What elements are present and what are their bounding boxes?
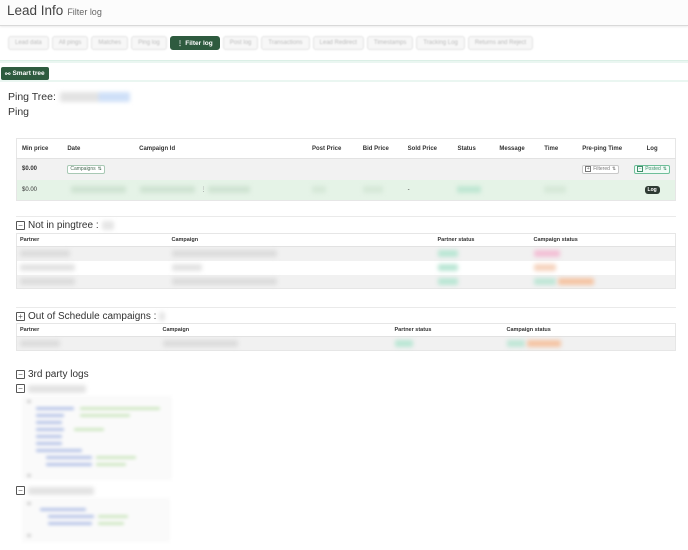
page-subtitle: Filter log [67, 7, 102, 17]
col-partner-status: Partner status [434, 233, 531, 247]
bid-price-value [357, 179, 403, 201]
sold-price-value: - [402, 179, 453, 201]
sort-icon: ⇅ [662, 166, 667, 173]
tab-tracking-log[interactable]: Tracking Log [416, 36, 465, 50]
table-row [16, 246, 676, 261]
sort-icon: ⇅ [97, 166, 102, 173]
divider [0, 60, 688, 63]
time-value [539, 179, 578, 201]
divider [0, 80, 688, 82]
col-campaign-id: Campaign Id [134, 138, 307, 159]
col-bid-price: Bid Price [357, 138, 403, 159]
expand-plus-icon: + [585, 165, 592, 173]
posted-toggle-pill[interactable]: − Posted ⇅ [634, 164, 670, 174]
divider [16, 307, 676, 308]
smart-tree-label: Smart tree [12, 70, 45, 77]
table-row [17, 261, 676, 275]
message-value [494, 179, 540, 201]
col-campaign: Campaign [159, 323, 392, 337]
tab-matches[interactable]: Matches [91, 36, 129, 50]
col-post-price: Post Price [307, 138, 358, 159]
filter-row: $0.00 Campaigns ⇅ + Filtered ⇅ − Posted … [16, 158, 676, 180]
status-value [452, 179, 495, 201]
collapse-minus-icon: − [637, 165, 644, 173]
col-campaign: Campaign [168, 233, 435, 247]
col-message: Message [494, 138, 540, 159]
not-in-pingtree-count [101, 221, 114, 230]
tab-transactions[interactable]: Transactions [261, 36, 310, 50]
divider [16, 216, 676, 217]
log-entry-title [28, 385, 86, 393]
filtered-toggle-pill[interactable]: + Filtered ⇅ [582, 164, 620, 174]
col-date: Date [62, 138, 135, 159]
tab-ping-log[interactable]: Ping log [131, 36, 167, 50]
campaigns-filter-pill[interactable]: Campaigns ⇅ [67, 164, 105, 174]
collapse-minus-icon[interactable]: − [16, 486, 25, 495]
expand-plus-icon[interactable]: + [16, 312, 25, 321]
ping-tree-label: Ping Tree: [8, 91, 56, 103]
ping-results-table: Min price Date Campaign Id Post Price Bi… [16, 138, 676, 201]
tab-post-log[interactable]: Post log [222, 36, 259, 50]
tab-timestamps[interactable]: Timestamps [366, 36, 414, 50]
not-in-pingtree-heading: − Not in pingtree : [16, 220, 114, 231]
col-min-price: Min price [16, 138, 63, 159]
col-time: Time [539, 138, 578, 159]
ping-tree-link[interactable] [59, 92, 130, 102]
col-campaign-status: Campaign status [530, 233, 676, 247]
filter-icon: ⋮ [176, 40, 184, 47]
page-header: Lead Info Filter log [0, 0, 688, 26]
col-partner: Partner [16, 323, 160, 337]
sort-icon: ⇅ [611, 166, 617, 173]
tab-lead-redirect[interactable]: Lead Redirect [312, 36, 364, 50]
col-sold-price: Sold Price [402, 138, 453, 159]
log-button[interactable]: Log [644, 185, 660, 194]
ping-tree-heading: Ping Tree: [8, 91, 130, 103]
post-price-value [307, 179, 358, 201]
tab-filter-log[interactable]: ⋮ Filter log [169, 36, 220, 50]
collapse-minus-icon[interactable]: − [16, 370, 25, 379]
tab-bar: Lead data All pings Matches Ping log ⋮ F… [8, 36, 534, 50]
third-party-logs-heading: − 3rd party logs [16, 369, 89, 380]
col-partner: Partner [16, 233, 169, 247]
log-entry-title [28, 487, 94, 495]
page-title: Lead Info [7, 3, 64, 18]
col-status: Status [452, 138, 495, 159]
tab-returns[interactable]: Returns and Reject [467, 36, 534, 50]
col-pre-ping-time: Pre-ping Time [577, 138, 630, 159]
col-log: Log [629, 138, 676, 159]
table-row: $0.00 ⋮ - Log [16, 179, 676, 201]
table-header-row: Min price Date Campaign Id Post Price Bi… [16, 138, 676, 159]
log-json-viewer [22, 498, 170, 542]
out-of-schedule-count [159, 312, 166, 321]
table-row [16, 274, 676, 289]
min-price-value: $0.00 [16, 158, 63, 180]
tab-all-pings[interactable]: All pings [51, 36, 89, 50]
log-json-viewer [22, 396, 172, 480]
out-of-schedule-table: Partner Campaign Partner status Campaign… [16, 323, 676, 351]
ping-heading: Ping [8, 106, 30, 118]
col-campaign-status: Campaign status [503, 323, 676, 337]
table-row [16, 336, 676, 351]
tab-filter-log-label: Filter log [185, 39, 213, 47]
smart-tree-button[interactable]: ⚯ Smart tree [1, 67, 49, 80]
collapse-minus-icon[interactable]: − [16, 384, 25, 393]
not-in-pingtree-table: Partner Campaign Partner status Campaign… [16, 233, 676, 289]
col-partner-status: Partner status [391, 323, 504, 337]
tab-lead-data[interactable]: Lead data [8, 36, 49, 50]
date-value: ⋮ [62, 179, 307, 201]
tree-icon: ⚯ [5, 70, 11, 78]
out-of-schedule-heading: + Out of Schedule campaigns : [16, 311, 166, 322]
collapse-minus-icon[interactable]: − [16, 221, 25, 230]
min-price-value: $0.00 [16, 179, 63, 201]
